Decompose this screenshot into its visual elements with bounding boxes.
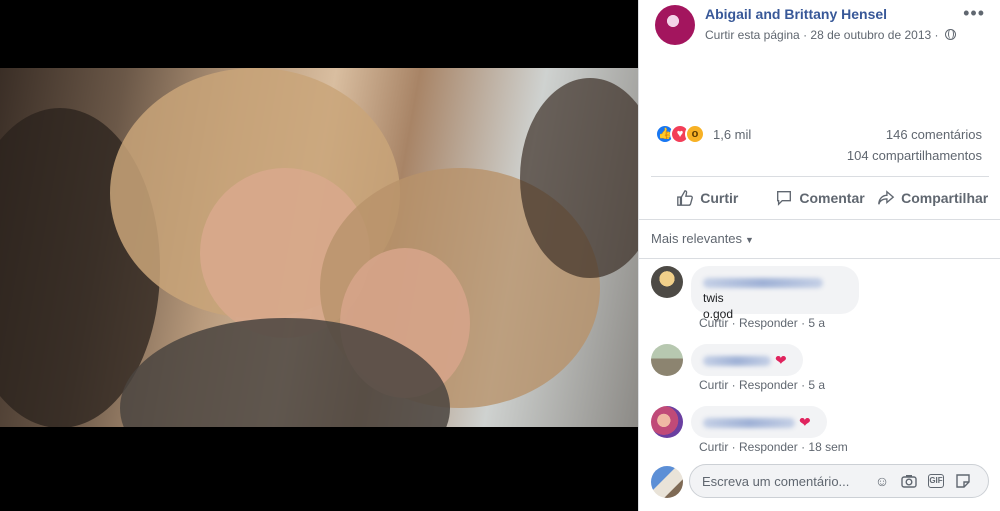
more-options-button[interactable]: ••• — [963, 4, 985, 22]
meta-separator: · — [803, 28, 808, 42]
comment-text: twis — [703, 291, 724, 305]
comment-item: twis o.god Curtir · Responder · 5 a — [651, 266, 991, 336]
commenter-avatar[interactable] — [651, 266, 683, 298]
comment-time[interactable]: 5 a — [808, 378, 825, 392]
like-button-label: Curtir — [700, 189, 739, 206]
page-avatar[interactable] — [655, 5, 695, 45]
meta-separator: · — [934, 28, 939, 42]
comments-section: Mais relevantes ▼ twis o.god Curtir · Res… — [639, 219, 1000, 511]
post-date[interactable]: 28 de outubro de 2013 — [810, 28, 931, 42]
comment-actions: Curtir · Responder · 18 sem — [699, 440, 848, 454]
comment-like-link[interactable]: Curtir — [699, 440, 728, 454]
post-photo[interactable] — [0, 68, 638, 427]
emoji-icon[interactable]: ☺ — [873, 472, 891, 490]
current-user-avatar[interactable] — [651, 466, 683, 498]
like-page-link[interactable]: Curtir esta página — [705, 28, 800, 42]
comment-like-link[interactable]: Curtir — [699, 316, 728, 330]
comment-bubble: twis o.god — [691, 266, 859, 321]
share-button-label: Compartilhar — [901, 189, 989, 206]
share-button[interactable]: Compartilhar — [876, 177, 989, 218]
comment-bubble: ❤ — [691, 406, 827, 438]
gif-icon[interactable]: GIF — [927, 472, 945, 490]
comment-reply-link[interactable]: Responder — [739, 316, 798, 330]
like-button[interactable]: Curtir — [651, 177, 764, 218]
post-meta: Curtir esta página · 28 de outubro de 20… — [705, 28, 956, 42]
comments-count-link[interactable]: 146 comentários — [886, 127, 982, 142]
commenter-name-blurred[interactable] — [703, 355, 771, 366]
comment-actions: Curtir · Responder · 5 a — [699, 378, 826, 392]
share-arrow-icon — [878, 189, 895, 205]
thumbs-up-icon — [677, 189, 694, 206]
reactions-summary: 👍 ♥ o 1,6 mil 146 comentários 104 compar… — [639, 120, 1000, 170]
photo-viewer: Abigail and Brittany Hensel Curtir esta … — [0, 0, 1000, 511]
reaction-count[interactable]: 1,6 mil — [713, 127, 751, 142]
comments-sort-dropdown[interactable]: Mais relevantes ▼ — [651, 231, 754, 246]
post-actions-bar: Curtir Comentar Compartilhar — [651, 176, 989, 218]
comment-time[interactable]: 5 a — [808, 316, 825, 330]
page-name-link[interactable]: Abigail and Brittany Hensel — [705, 6, 887, 22]
comment-actions: Curtir · Responder · 5 a — [699, 316, 826, 330]
comment-bubble-icon — [777, 190, 792, 206]
post-header: Abigail and Brittany Hensel Curtir esta … — [639, 0, 1000, 60]
globe-icon — [944, 29, 956, 40]
commenter-name-blurred[interactable] — [703, 277, 823, 288]
caret-down-icon: ▼ — [745, 235, 754, 245]
comment-button-label: Comentar — [799, 189, 865, 206]
commenter-name-blurred[interactable] — [703, 417, 795, 428]
wow-icon: o — [685, 124, 705, 144]
write-comment-row: ☺ GIF — [639, 464, 1000, 511]
shares-count-link[interactable]: 104 compartilhamentos — [847, 148, 982, 163]
comment-input-tools: ☺ GIF — [873, 472, 972, 490]
sort-label: Mais relevantes — [651, 231, 743, 246]
heart-emoji-icon: ❤ — [799, 414, 811, 430]
comment-item: ❤ Curtir · Responder · 5 a — [651, 344, 991, 400]
sticker-icon[interactable] — [954, 472, 972, 490]
comment-time[interactable]: 18 sem — [808, 440, 847, 454]
divider — [639, 258, 1000, 259]
post-sidebar: Abigail and Brittany Hensel Curtir esta … — [638, 0, 1000, 511]
comment-reply-link[interactable]: Responder — [739, 378, 798, 392]
heart-emoji-icon: ❤ — [775, 352, 787, 368]
commenter-avatar[interactable] — [651, 344, 683, 376]
photo-panel[interactable] — [0, 0, 638, 511]
comment-like-link[interactable]: Curtir — [699, 378, 728, 392]
comment-reply-link[interactable]: Responder — [739, 440, 798, 454]
commenter-avatar[interactable] — [651, 406, 683, 438]
comment-bubble: ❤ — [691, 344, 803, 376]
comment-item: ❤ Curtir · Responder · 18 sem — [651, 406, 991, 462]
camera-icon[interactable] — [900, 472, 918, 490]
comment-button[interactable]: Comentar — [764, 177, 877, 218]
